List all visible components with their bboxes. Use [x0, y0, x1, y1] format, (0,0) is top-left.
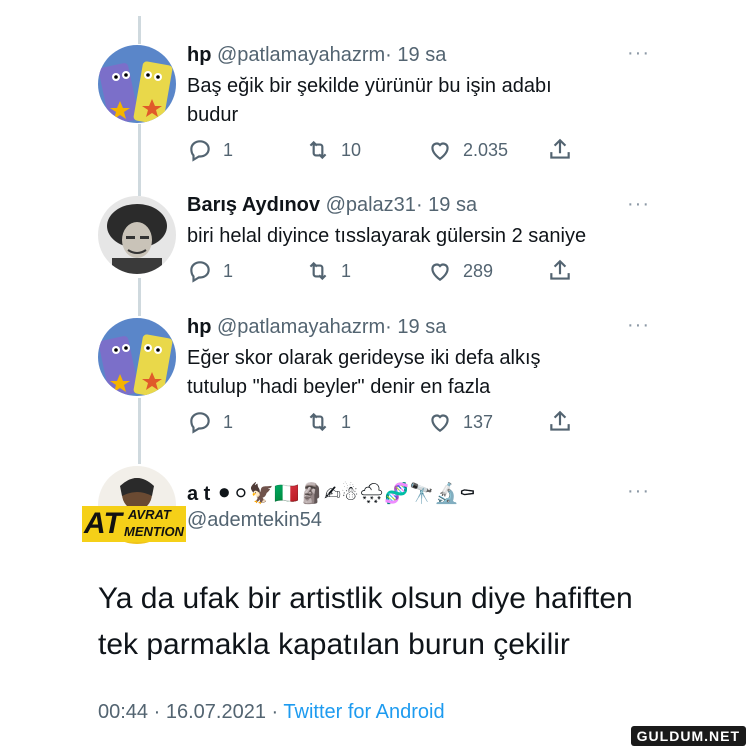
tweet-actions: 1 1 289 — [187, 258, 587, 288]
tweet-text-line: tek parmakla kapatılan burun çekilir — [98, 628, 570, 661]
like-button[interactable]: 289 — [427, 258, 493, 284]
display-name[interactable]: Barış Aydınov — [187, 194, 320, 216]
main-tweet-text: Ya da ufak bir artistlik olsun diye hafi… — [98, 576, 698, 668]
like-button[interactable]: 137 — [427, 409, 493, 435]
tweet-time[interactable]: 00:44 — [98, 701, 148, 723]
separator-dot: · — [385, 316, 392, 338]
more-icon[interactable]: ··· — [627, 480, 650, 503]
avatar[interactable] — [98, 318, 176, 396]
tweet-text-line: tutulup "hadi beyler" denir en fazla — [187, 376, 491, 398]
thread-line-1 — [138, 124, 141, 196]
badge-big-text: AT — [84, 507, 122, 540]
retweet-icon — [309, 261, 327, 281]
more-icon[interactable]: ··· — [627, 42, 650, 65]
reply-icon — [190, 140, 210, 162]
retweet-count: 10 — [341, 139, 362, 160]
tweet-meta: 00:44 · 16.07.2021 · Twitter for Android — [98, 701, 445, 724]
tweet-text: Baş eğik bir şekilde yürünür bu işin ada… — [187, 72, 647, 130]
thread-line-2 — [138, 278, 141, 316]
timestamp[interactable]: 19 sa — [428, 194, 477, 216]
handle-row: @ademtekin54 — [187, 509, 322, 532]
tweet-text-line: Ya da ufak bir artistlik olsun diye hafi… — [98, 582, 633, 615]
retweet-button[interactable]: 1 — [305, 409, 351, 435]
retweet-button[interactable]: 10 — [305, 137, 361, 163]
separator-dot: · — [271, 701, 279, 723]
share-icon — [550, 138, 570, 159]
tweet-text-line: budur — [187, 104, 239, 126]
share-icon — [550, 410, 570, 431]
reply-icon — [190, 261, 210, 283]
avatar[interactable] — [98, 45, 176, 123]
tweet-header: Barış Aydınov @palaz31· 19 sa — [187, 194, 477, 217]
display-name[interactable]: a t — [187, 483, 210, 505]
tweet-source-link[interactable]: Twitter for Android — [283, 701, 444, 723]
tweet-actions: 1 10 2.035 — [187, 137, 587, 167]
reply-button[interactable]: 1 — [187, 137, 233, 163]
tweet-header: hp @patlamayahazrm· 19 sa — [187, 316, 446, 339]
heart-icon — [431, 263, 449, 281]
reply-count: 1 — [223, 411, 234, 432]
reply-count: 1 — [223, 139, 234, 160]
mention-badge: AT AVRAT MENTION — [82, 500, 186, 546]
retweet-button[interactable]: 1 — [305, 258, 351, 284]
share-button[interactable] — [547, 258, 573, 284]
separator-dot: · — [385, 44, 392, 66]
timestamp[interactable]: 19 sa — [397, 316, 446, 338]
like-count: 2.035 — [463, 139, 509, 160]
name-emojis: ⚫⚪🦅🇮🇹🗿✍☃🌨🧬🔭🔬⚰ — [215, 481, 476, 505]
badge-top-text: AVRAT — [128, 507, 171, 522]
like-count: 137 — [463, 411, 494, 432]
tweet-date[interactable]: 16.07.2021 — [166, 701, 266, 723]
heart-icon — [431, 414, 449, 432]
like-count: 289 — [463, 260, 494, 281]
share-button[interactable] — [547, 137, 573, 163]
thread-line-top — [138, 16, 141, 44]
tweet-text: Eğer skor olarak gerideyse iki defa alkı… — [187, 344, 647, 402]
share-icon — [550, 259, 570, 280]
display-name[interactable]: hp — [187, 316, 211, 338]
watermark-logo: GULDUM.NET — [630, 726, 746, 746]
reply-icon — [190, 412, 210, 434]
thread-line-3 — [138, 398, 141, 464]
retweet-icon — [309, 140, 327, 160]
retweet-count: 1 — [341, 411, 352, 432]
retweet-count: 1 — [341, 260, 352, 281]
heart-icon — [431, 142, 449, 160]
avatar[interactable] — [98, 196, 176, 274]
tweet-header: hp @patlamayahazrm· 19 sa — [187, 44, 446, 67]
badge-bottom-text: MENTION — [124, 524, 184, 539]
reply-button[interactable]: 1 — [187, 258, 233, 284]
tweet-text: biri helal diyince tısslayarak gülersin … — [187, 222, 647, 251]
tweet-text-line: biri helal diyince tısslayarak gülersin … — [187, 225, 587, 247]
like-button[interactable]: 2.035 — [427, 137, 508, 163]
separator-dot: · — [153, 701, 161, 723]
tweet-header: a t ⚫⚪🦅🇮🇹🗿✍☃🌨🧬🔭🔬⚰ — [187, 481, 478, 506]
tweet-text-line: Baş eğik bir şekilde yürünür bu işin ada… — [187, 75, 552, 97]
handle[interactable]: @patlamayahazrm — [217, 316, 385, 338]
handle[interactable]: @patlamayahazrm — [217, 44, 385, 66]
handle[interactable]: @ademtekin54 — [187, 509, 322, 531]
tweet-text-line: Eğer skor olarak gerideyse iki defa alkı… — [187, 347, 541, 369]
timestamp[interactable]: 19 sa — [397, 44, 446, 66]
tweet-actions: 1 1 137 — [187, 409, 587, 439]
separator-dot: · — [415, 194, 423, 216]
share-button[interactable] — [547, 409, 573, 435]
reply-button[interactable]: 1 — [187, 409, 233, 435]
reply-count: 1 — [223, 260, 234, 281]
handle[interactable]: @palaz31 — [326, 194, 416, 216]
more-icon[interactable]: ··· — [627, 314, 650, 337]
more-icon[interactable]: ··· — [627, 193, 650, 216]
display-name[interactable]: hp — [187, 44, 211, 66]
retweet-icon — [309, 412, 327, 432]
